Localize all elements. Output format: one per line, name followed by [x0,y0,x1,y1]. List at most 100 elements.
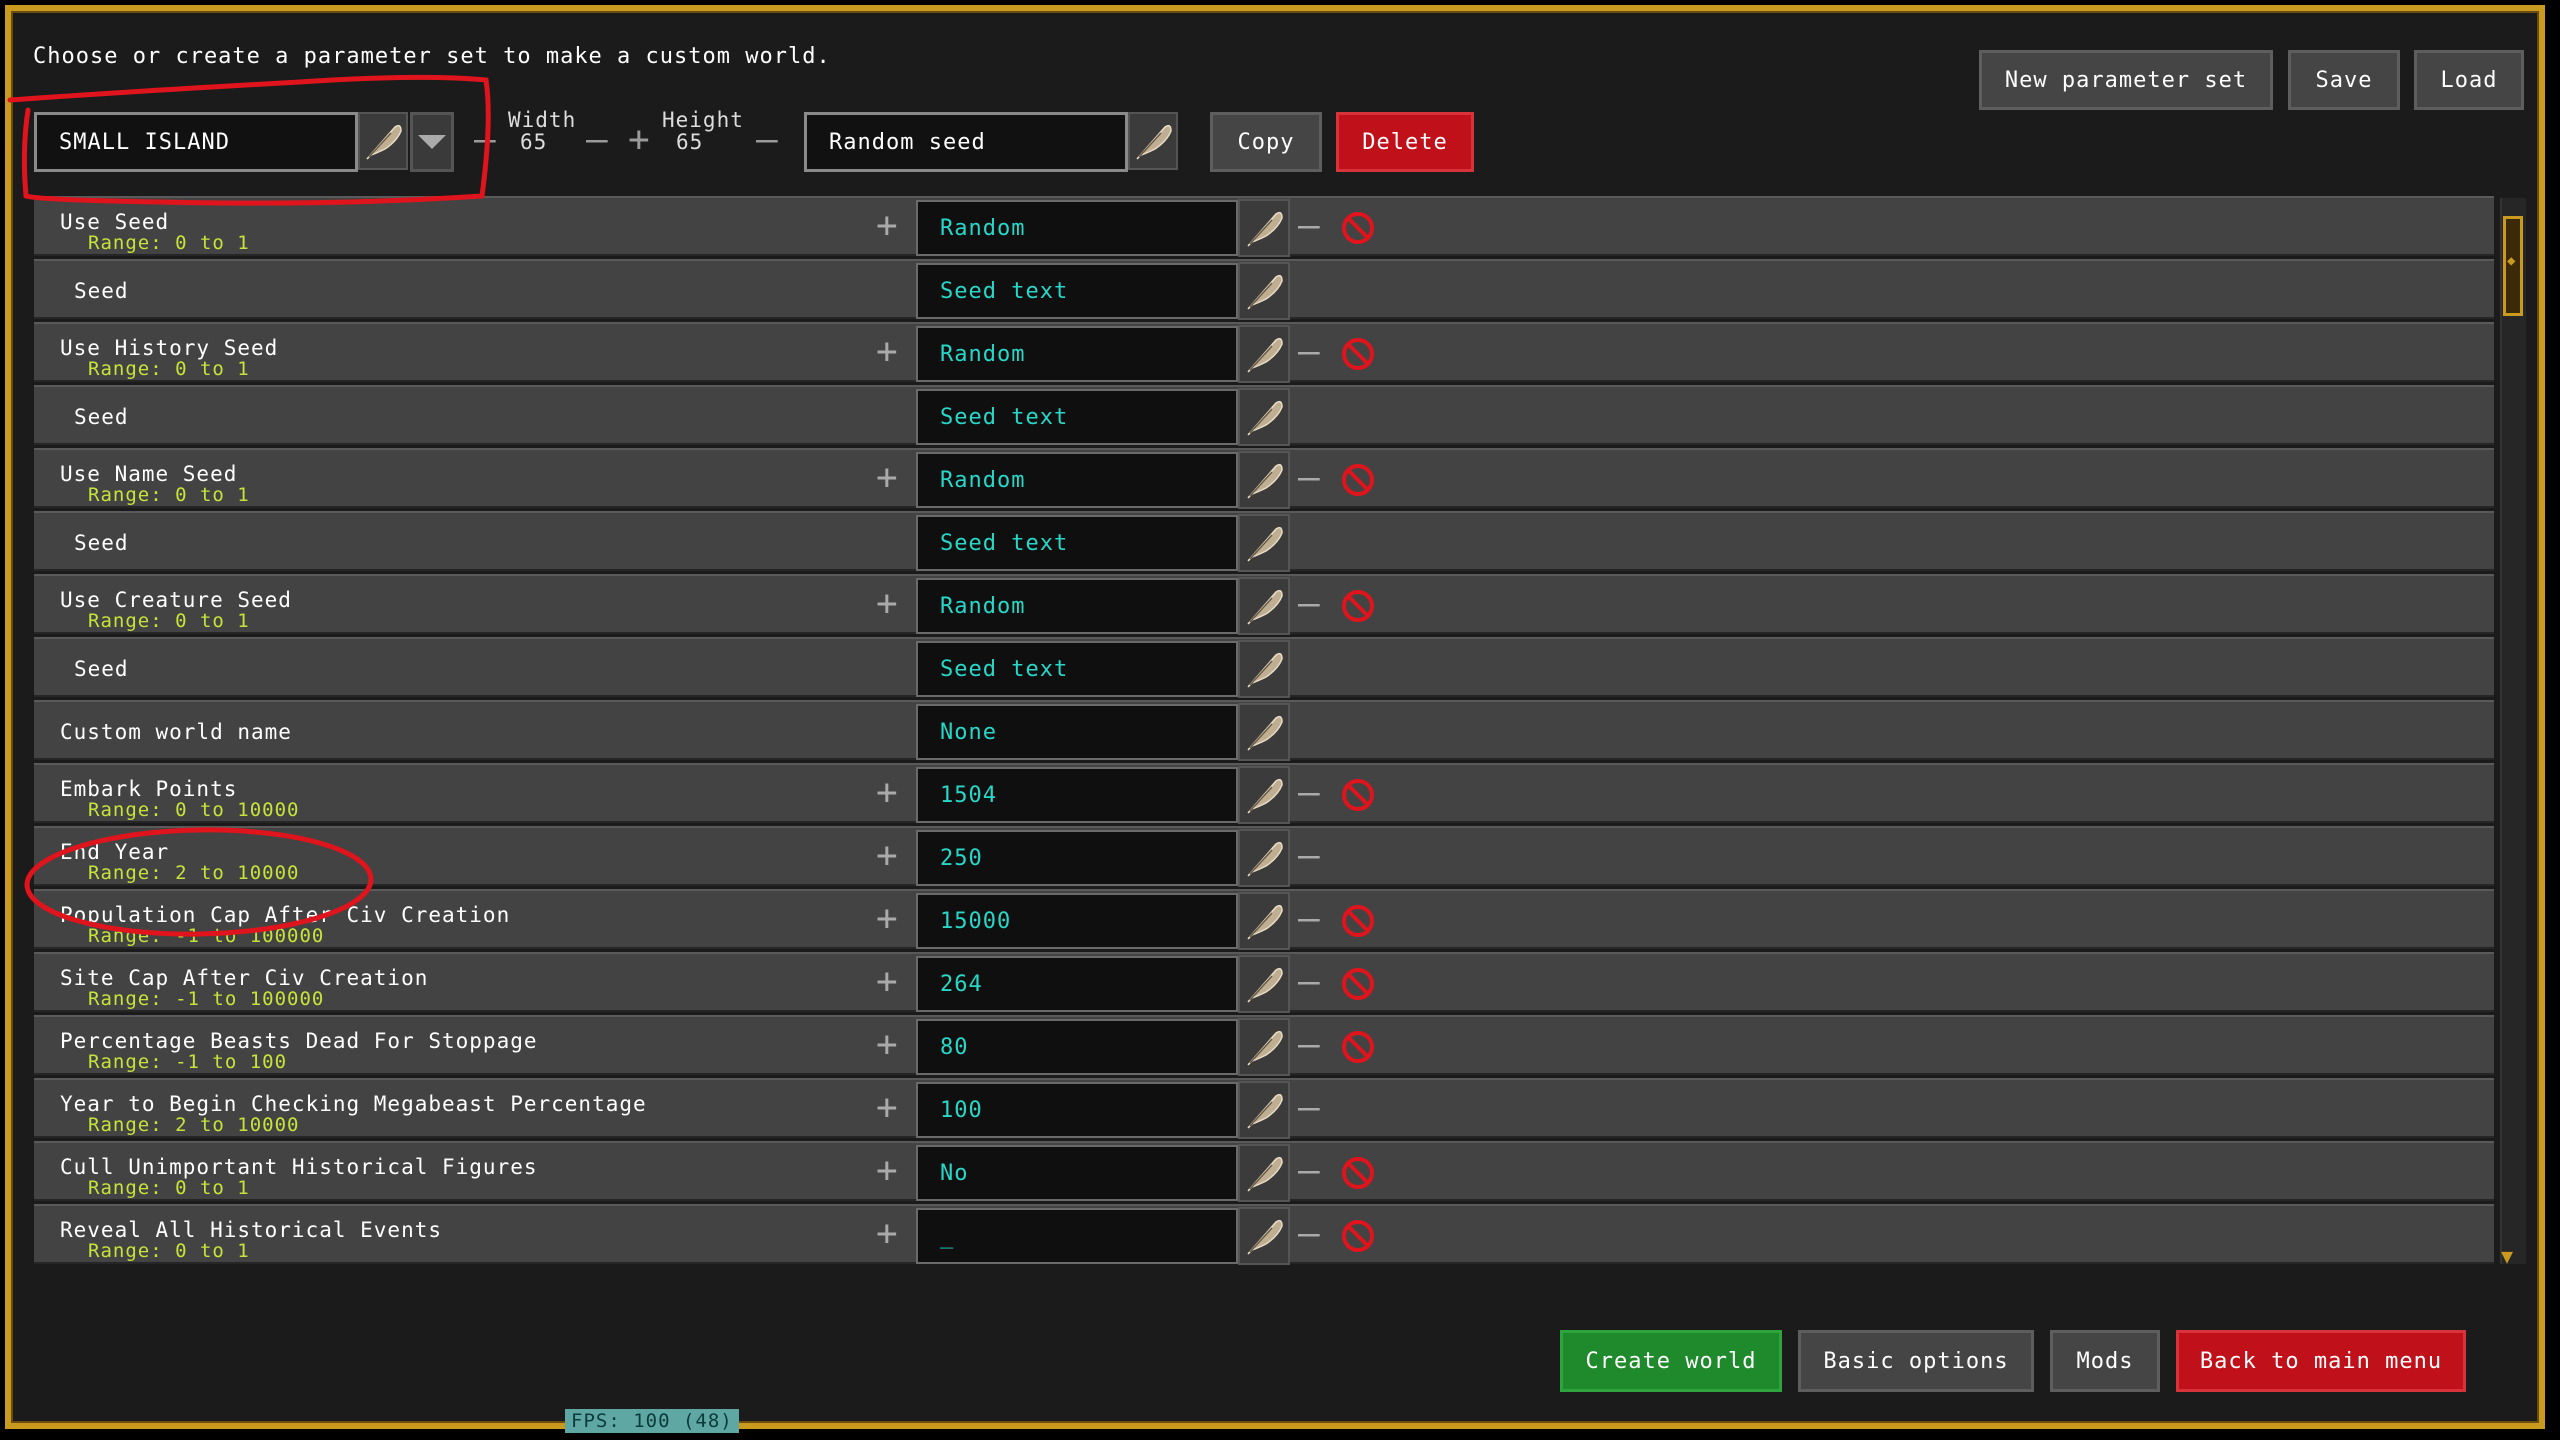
increase-icon[interactable]: + [876,1216,898,1252]
width-height-minus-icon[interactable]: – [586,122,608,158]
edit-quill-icon[interactable] [1238,1207,1290,1265]
parameter-value-field[interactable]: Seed text [916,263,1238,319]
scrollbar-thumb[interactable]: ◆ [2503,216,2523,316]
width-value: 65 [520,130,548,154]
parameter-value-field[interactable]: 100 [916,1082,1238,1138]
parameter-value-field[interactable]: 15000 [916,893,1238,949]
parameter-name: Seed [74,531,129,555]
increase-icon[interactable]: + [876,334,898,370]
prohibit-icon[interactable] [1340,1155,1376,1191]
prohibit-icon[interactable] [1340,1218,1376,1254]
parameter-value-field[interactable]: Seed text [916,515,1238,571]
decrease-icon[interactable]: – [1298,1153,1320,1189]
preset-dropdown-button[interactable] [410,112,454,172]
parameter-value-field[interactable]: _ [916,1208,1238,1264]
edit-quill-icon[interactable] [1238,577,1290,635]
seed-edit-quill-icon[interactable] [1128,112,1178,170]
parameter-value-field[interactable]: Seed text [916,389,1238,445]
height-decrease-icon[interactable]: – [756,122,778,158]
parameter-value-field[interactable]: Random [916,578,1238,634]
decrease-icon[interactable]: – [1298,208,1320,244]
increase-icon[interactable]: + [876,586,898,622]
delete-button[interactable]: Delete [1336,112,1474,172]
increase-icon[interactable]: + [876,208,898,244]
decrease-icon[interactable]: – [1298,586,1320,622]
edit-quill-icon[interactable] [1238,514,1290,572]
parameter-value-field[interactable]: None [916,704,1238,760]
decrease-icon[interactable]: – [1298,1027,1320,1063]
edit-quill-icon[interactable] [1238,451,1290,509]
load-button[interactable]: Load [2414,50,2524,110]
parameter-value-field[interactable]: Random [916,326,1238,382]
width-label: Width [508,108,577,132]
parameter-value-field[interactable]: Random [916,452,1238,508]
parameter-row: Percentage Beasts Dead For Stoppage Range… [34,1015,2494,1076]
parameter-value-field[interactable]: 1504 [916,767,1238,823]
edit-quill-icon[interactable] [1238,892,1290,950]
preset-name-field[interactable]: SMALL ISLAND [34,112,358,172]
edit-quill-icon[interactable] [1238,703,1290,761]
parameter-value-field[interactable]: 250 [916,830,1238,886]
decrease-icon[interactable]: – [1298,964,1320,1000]
new-parameter-set-button[interactable]: New parameter set [1979,50,2273,110]
parameter-value-field[interactable]: 264 [916,956,1238,1012]
decrease-icon[interactable]: – [1298,901,1320,937]
prohibit-icon[interactable] [1340,777,1376,813]
edit-quill-icon[interactable] [1238,829,1290,887]
increase-icon[interactable]: + [876,460,898,496]
parameter-value-field[interactable]: No [916,1145,1238,1201]
scrollbar[interactable]: ◆ [2500,198,2526,1264]
copy-button[interactable]: Copy [1210,112,1322,172]
parameter-name: Seed [74,657,129,681]
save-button[interactable]: Save [2288,50,2400,110]
decrease-icon[interactable]: – [1298,460,1320,496]
increase-icon[interactable]: + [876,1153,898,1189]
increase-icon[interactable]: + [876,838,898,874]
parameter-value-field[interactable]: 80 [916,1019,1238,1075]
increase-icon[interactable]: + [876,1090,898,1126]
create-world-button[interactable]: Create world [1560,1330,1782,1392]
prohibit-icon[interactable] [1340,210,1376,246]
decrease-icon[interactable]: – [1298,775,1320,811]
parameter-range: Range: 2 to 10000 [88,862,300,884]
edit-quill-icon[interactable] [1238,1081,1290,1139]
increase-icon[interactable]: + [876,901,898,937]
random-seed-field[interactable]: Random seed [804,112,1128,172]
increase-icon[interactable]: + [876,1027,898,1063]
edit-quill-icon[interactable] [1238,640,1290,698]
increase-icon[interactable]: + [876,964,898,1000]
decrease-icon[interactable]: – [1298,334,1320,370]
decrease-icon[interactable]: – [1298,1090,1320,1126]
back-to-main-menu-button[interactable]: Back to main menu [2176,1330,2466,1392]
parameter-name: Use Creature Seed [60,588,292,612]
prohibit-icon[interactable] [1340,966,1376,1002]
edit-quill-icon[interactable] [1238,955,1290,1013]
parameter-value: 250 [940,845,983,871]
mods-button[interactable]: Mods [2050,1330,2160,1392]
prohibit-icon[interactable] [1340,588,1376,624]
increase-icon[interactable]: + [876,775,898,811]
edit-quill-icon[interactable] [1238,325,1290,383]
height-increase-icon[interactable]: + [628,122,650,158]
parameter-value: Seed text [940,278,1069,304]
decrease-icon[interactable]: – [1298,1216,1320,1252]
prohibit-icon[interactable] [1340,1029,1376,1065]
basic-options-button[interactable]: Basic options [1798,1330,2034,1392]
prohibit-icon[interactable] [1340,336,1376,372]
decrease-icon[interactable]: – [1298,838,1320,874]
parameter-value: 80 [940,1034,969,1060]
prohibit-icon[interactable] [1340,462,1376,498]
edit-quill-icon[interactable] [1238,766,1290,824]
scroll-down-icon[interactable]: ▼ [2501,1246,2513,1266]
width-decrease-icon[interactable]: – [474,122,496,158]
edit-quill-icon[interactable] [1238,388,1290,446]
prohibit-icon[interactable] [1340,903,1376,939]
edit-quill-icon[interactable] [1238,262,1290,320]
parameter-value: Seed text [940,656,1069,682]
edit-quill-icon[interactable] [1238,199,1290,257]
parameter-value-field[interactable]: Seed text [916,641,1238,697]
edit-quill-icon[interactable] [1238,1144,1290,1202]
parameter-value-field[interactable]: Random [916,200,1238,256]
preset-edit-quill-icon[interactable] [358,112,408,170]
edit-quill-icon[interactable] [1238,1018,1290,1076]
